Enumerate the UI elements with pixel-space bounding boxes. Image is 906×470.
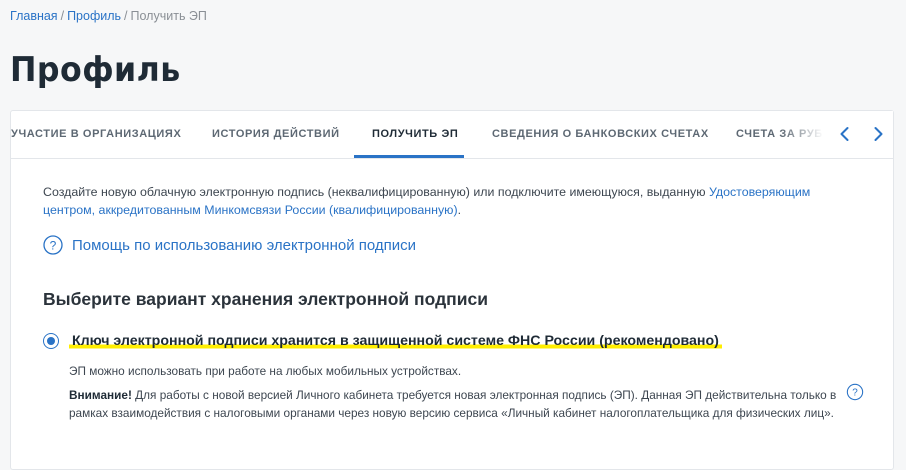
warning-label: Внимание! — [69, 388, 132, 402]
option-label[interactable]: Ключ электронной подписи хранится в защи… — [69, 333, 722, 349]
question-circle-icon[interactable]: ? — [846, 383, 864, 401]
tab-bank-accounts[interactable]: СВЕДЕНИЯ О БАНКОВСКИХ СЧЕТАХ — [492, 128, 709, 140]
warning-text: Для работы с новой версией Личного кабин… — [69, 388, 837, 420]
chevron-left-icon[interactable] — [835, 124, 855, 144]
breadcrumb-separator: / — [60, 9, 65, 23]
option-radio[interactable] — [43, 333, 59, 349]
tab-bar: УЧАСТИЕ В ОРГАНИЗАЦИЯХ ИСТОРИЯ ДЕЙСТВИЙ … — [11, 111, 893, 159]
active-tab-indicator — [354, 155, 464, 158]
intro-text-body: Создайте новую облачную электронную подп… — [43, 185, 709, 199]
breadcrumb-separator: / — [124, 9, 128, 23]
option-warning: Внимание! Для работы с новой версией Лич… — [69, 386, 839, 422]
help-link-row[interactable]: ? Помощь по использованию электронной по… — [43, 235, 416, 255]
breadcrumb-item-profile[interactable]: Профиль — [67, 9, 121, 23]
breadcrumb: Главная / Профиль / Получить ЭП — [10, 9, 207, 23]
tab-organizations[interactable]: УЧАСТИЕ В ОРГАНИЗАЦИЯХ — [11, 128, 181, 140]
tab-get-signature[interactable]: ПОЛУЧИТЬ ЭП — [372, 128, 458, 140]
breadcrumb-item-current: Получить ЭП — [130, 9, 207, 23]
breadcrumb-item-home[interactable]: Главная — [10, 9, 58, 23]
tab-fade-overlay — [781, 111, 831, 157]
card-content: Создайте новую облачную электронную подп… — [43, 183, 864, 420]
page-title: Профиль — [10, 50, 181, 90]
tab-history[interactable]: ИСТОРИЯ ДЕЙСТВИЙ — [212, 128, 340, 140]
storage-option-fns[interactable]: Ключ электронной подписи хранится в защи… — [43, 333, 722, 349]
tab-scroll-controls — [826, 111, 893, 157]
help-link[interactable]: Помощь по использованию электронной подп… — [72, 237, 416, 254]
section-title: Выберите вариант хранения электронной по… — [43, 289, 489, 309]
chevron-right-icon[interactable] — [868, 124, 888, 144]
svg-text:?: ? — [50, 238, 57, 252]
intro-text-suffix: . — [457, 203, 462, 217]
svg-text:?: ? — [852, 388, 858, 399]
option-note: ЭП можно использовать при работе на любы… — [69, 364, 462, 378]
intro-text: Создайте новую облачную электронную подп… — [43, 183, 833, 219]
question-circle-icon: ? — [43, 235, 63, 255]
radio-selected-dot — [47, 337, 55, 345]
profile-card: УЧАСТИЕ В ОРГАНИЗАЦИЯХ ИСТОРИЯ ДЕЙСТВИЙ … — [10, 110, 894, 470]
